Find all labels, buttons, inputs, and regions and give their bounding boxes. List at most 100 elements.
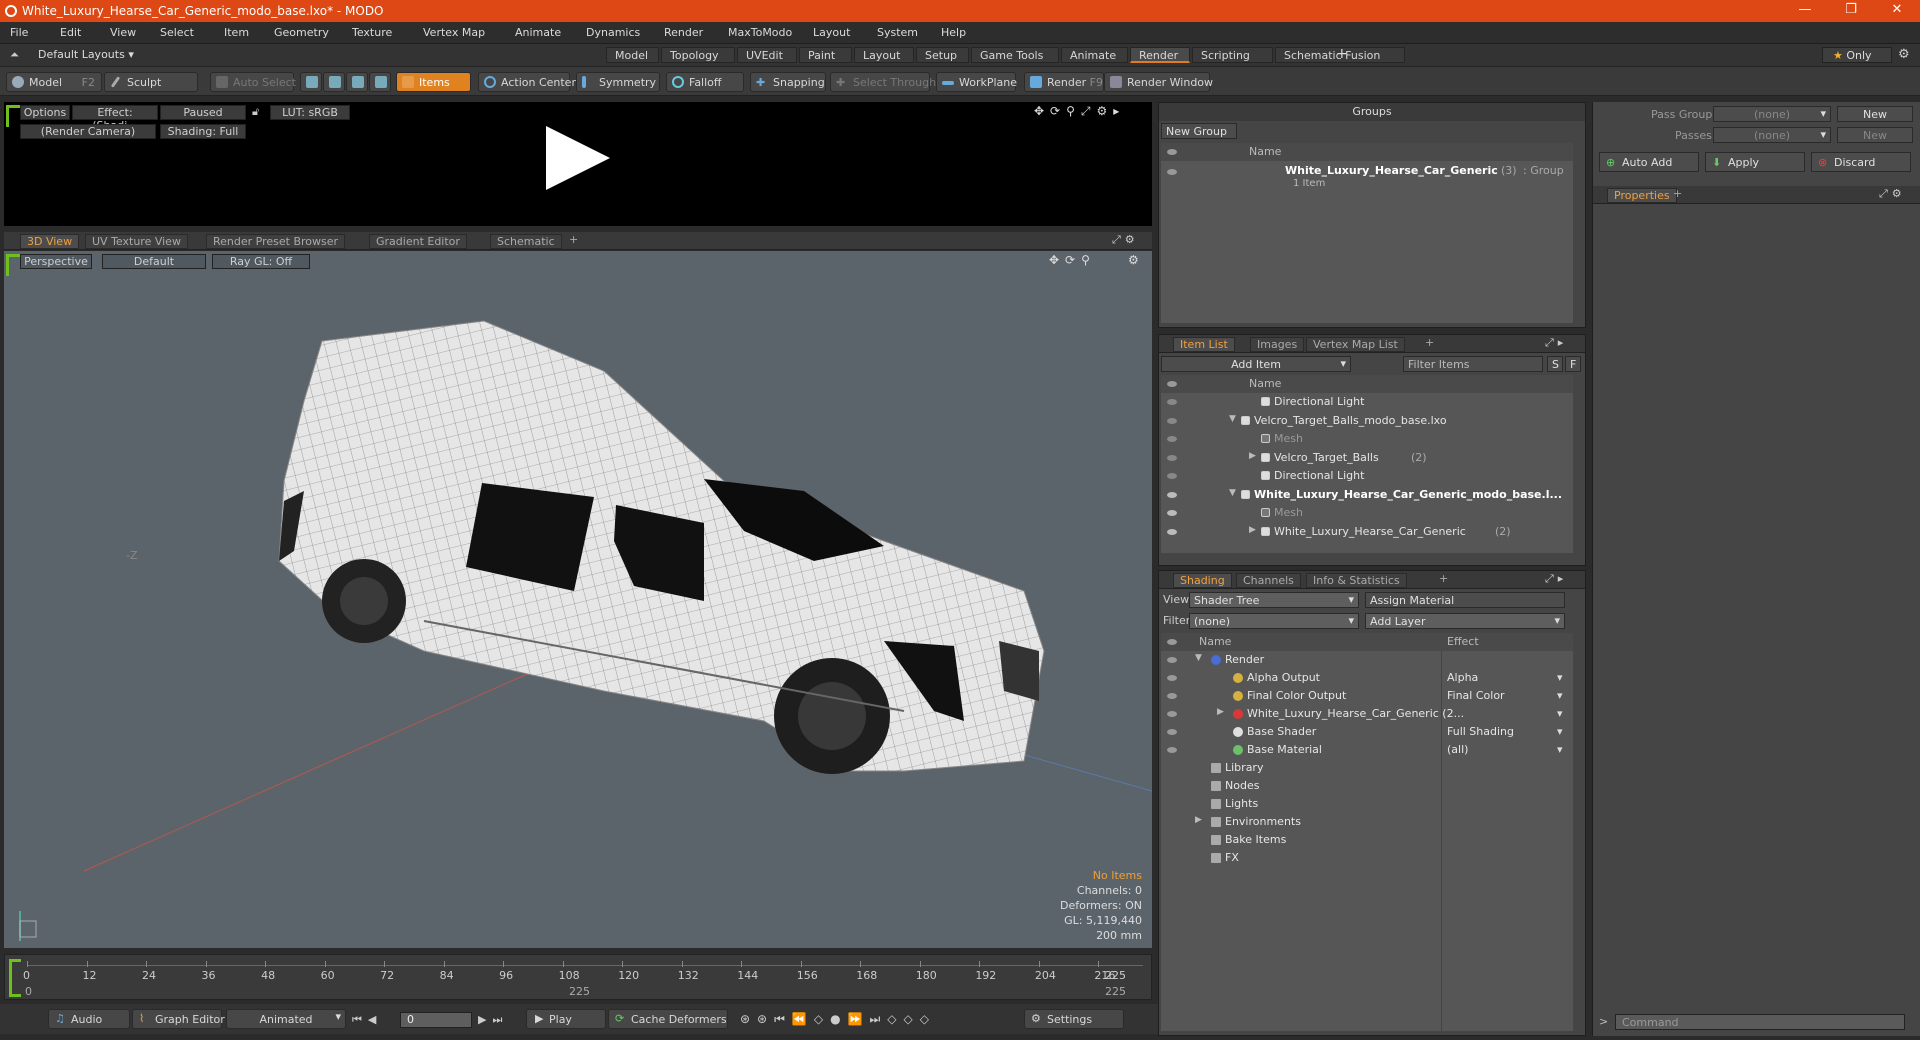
menu-file[interactable]: File (10, 26, 28, 39)
eye-icon[interactable] (1167, 473, 1177, 479)
add-layout-button[interactable]: + (1336, 46, 1348, 62)
menu-dynamics[interactable]: Dynamics (586, 26, 640, 39)
list-item[interactable]: Mesh (1161, 430, 1573, 448)
viewport-settings-icon[interactable]: ⚙ (1128, 253, 1139, 267)
list-item[interactable]: ▶ White_Luxury_Hearse_Car_Generic (2) (1161, 523, 1573, 541)
timeline-start-marker[interactable] (9, 959, 21, 997)
snapping-button[interactable]: ✚ Snapping (750, 72, 826, 92)
items-mode-button[interactable]: Items (396, 72, 471, 92)
menu-system[interactable]: System (877, 26, 918, 39)
properties-panel-icons[interactable]: ⤢⚙ (1879, 187, 1906, 201)
select-through-button[interactable]: ✚ Select Through (830, 72, 936, 92)
eye-icon[interactable] (1167, 169, 1177, 175)
list-item[interactable]: Mesh (1161, 504, 1573, 522)
new-group-button[interactable]: New Group (1161, 123, 1237, 139)
item-list[interactable]: Name Directional Light ▼ Velcro_Target_Bal… (1161, 375, 1573, 553)
chevron-down-icon[interactable]: ▾ (1557, 671, 1563, 684)
group-row[interactable]: White_Luxury_Hearse_Car_Generic (3) : Gr… (1161, 161, 1573, 191)
tab-3d-view[interactable]: 3D View (20, 234, 80, 249)
3d-viewport[interactable]: Perspective Default Ray GL: Off ✥⟳⚲ ⚙ -Z… (4, 251, 1152, 948)
only-toggle[interactable]: ★ Only (1822, 47, 1892, 63)
current-frame-input[interactable]: 0 (400, 1012, 472, 1028)
eye-icon[interactable] (1167, 528, 1177, 535)
expand-down-icon[interactable]: ▼ (1195, 653, 1202, 663)
shader-row[interactable]: Alpha Output Alpha ▾ (1161, 669, 1573, 687)
eye-icon[interactable] (1167, 675, 1177, 681)
list-item[interactable]: ▶ Velcro_Target_Balls (2) (1161, 449, 1573, 467)
audio-button[interactable]: ♫ Audio (48, 1009, 130, 1029)
timeline[interactable]: 0 225 225 225 0 12 24 36 48 60 72 84 96 108 120 132… (4, 954, 1152, 1000)
render-button[interactable]: Render F9 (1024, 72, 1104, 92)
paused-toggle[interactable]: Paused (160, 105, 246, 120)
menu-geometry[interactable]: Geometry (274, 26, 329, 39)
auto-select-button[interactable]: Auto Select (210, 72, 296, 92)
eye-icon[interactable] (1167, 657, 1177, 663)
add-tab-icon[interactable]: + (1673, 187, 1682, 200)
symmetry-button[interactable]: Symmetry (576, 72, 660, 92)
tab-gradient-editor[interactable]: Gradient Editor (369, 234, 467, 249)
list-item[interactable]: ▼ White_Luxury_Hearse_Car_Generic_modo_ba… (1161, 486, 1573, 504)
shader-row[interactable]: Library (1161, 759, 1573, 777)
tab-topology[interactable]: Topology (661, 47, 735, 63)
eye-icon[interactable] (1167, 510, 1177, 516)
eye-icon[interactable] (1167, 436, 1177, 442)
render-camera-dropdown[interactable]: (Render Camera) (20, 124, 156, 139)
viewport-nav-icons[interactable]: ✥⟳⚲ (1049, 253, 1096, 267)
new-pass-button[interactable]: New (1837, 127, 1913, 143)
eye-icon[interactable] (1167, 417, 1177, 424)
materials-mode-button[interactable] (369, 72, 391, 92)
eye-icon[interactable] (1167, 491, 1177, 498)
menu-layout[interactable]: Layout (813, 26, 850, 39)
expand-right-icon[interactable]: ▶ (1249, 451, 1256, 461)
add-view-tab-icon[interactable]: + (569, 233, 578, 246)
chevron-down-icon[interactable]: ▾ (1557, 707, 1563, 720)
shader-effect[interactable]: (all) (1447, 743, 1468, 756)
play-button[interactable]: ▶ Play (526, 1009, 606, 1029)
apply-button[interactable]: ⬇ Apply (1705, 152, 1805, 172)
tab-paint[interactable]: Paint (799, 47, 852, 63)
eye-icon[interactable] (1167, 399, 1177, 405)
add-layer-dropdown[interactable]: Add Layer (1365, 613, 1565, 629)
render-window-button[interactable]: Render Window (1104, 72, 1213, 92)
tab-item-list[interactable]: Item List (1173, 337, 1235, 352)
tab-scripting[interactable]: Scripting (1192, 47, 1273, 63)
transport-prev-icons[interactable]: ⏮◀ (352, 1013, 382, 1027)
options-button[interactable]: Options (20, 105, 70, 120)
tab-images[interactable]: Images (1250, 337, 1305, 352)
lut-dropdown[interactable]: LUT: sRGB (270, 105, 350, 120)
expand-right-icon[interactable]: ▶ (1249, 525, 1256, 535)
add-tab-icon[interactable]: + (1425, 336, 1434, 349)
tab-render-preset-browser[interactable]: Render Preset Browser (206, 234, 346, 249)
ray-gl-dropdown[interactable]: Ray GL: Off (212, 254, 310, 269)
tab-uv-texture-view[interactable]: UV Texture View (85, 234, 188, 249)
layout-menu-icon[interactable]: ⏶ (10, 48, 19, 62)
default-layouts-dropdown[interactable]: Default Layouts ▾ (38, 48, 134, 61)
tab-schematic[interactable]: Schematic (490, 234, 562, 249)
chevron-down-icon[interactable]: ▾ (1557, 689, 1563, 702)
shader-row[interactable]: ▼ Render (1161, 651, 1573, 669)
cache-deformers-button[interactable]: ⟳ Cache Deformers (608, 1009, 728, 1029)
maximize-button[interactable]: ❐ (1828, 2, 1874, 20)
settings-button[interactable]: ⚙ Settings (1024, 1009, 1124, 1029)
gear-icon[interactable]: ⚙ (1898, 47, 1910, 62)
shader-row[interactable]: Base Shader Full Shading ▾ (1161, 723, 1573, 741)
default-style-dropdown[interactable]: Default (102, 254, 206, 269)
groups-list[interactable]: Name White_Luxury_Hearse_Car_Generic (3)… (1161, 143, 1573, 323)
expand-right-icon[interactable]: ▶ (1217, 707, 1224, 717)
tab-channels[interactable]: Channels (1236, 573, 1301, 588)
menu-help[interactable]: Help (941, 26, 966, 39)
tab-properties[interactable]: Properties (1607, 188, 1677, 203)
shader-effect[interactable]: Final Color (1447, 689, 1505, 702)
list-item[interactable]: ▼ Velcro_Target_Balls_modo_base.lxo (1161, 412, 1573, 430)
perspective-dropdown[interactable]: Perspective (20, 254, 92, 269)
render-preview[interactable]: Options Effect: (Shadi... Paused 🔓︎ LUT:… (4, 102, 1152, 226)
action-center-button[interactable]: Action Center (478, 72, 576, 92)
list-item[interactable]: Directional Light (1161, 393, 1573, 411)
view-panel-icons[interactable]: ⤢⚙ (1112, 233, 1139, 247)
minimize-button[interactable]: — (1782, 2, 1828, 20)
eye-icon[interactable] (1167, 711, 1177, 717)
workplane-button[interactable]: WorkPlane (936, 72, 1017, 92)
edges-mode-button[interactable] (323, 72, 345, 92)
add-item-dropdown[interactable]: Add Item (1161, 356, 1351, 372)
animated-dropdown[interactable]: Animated (226, 1009, 346, 1029)
